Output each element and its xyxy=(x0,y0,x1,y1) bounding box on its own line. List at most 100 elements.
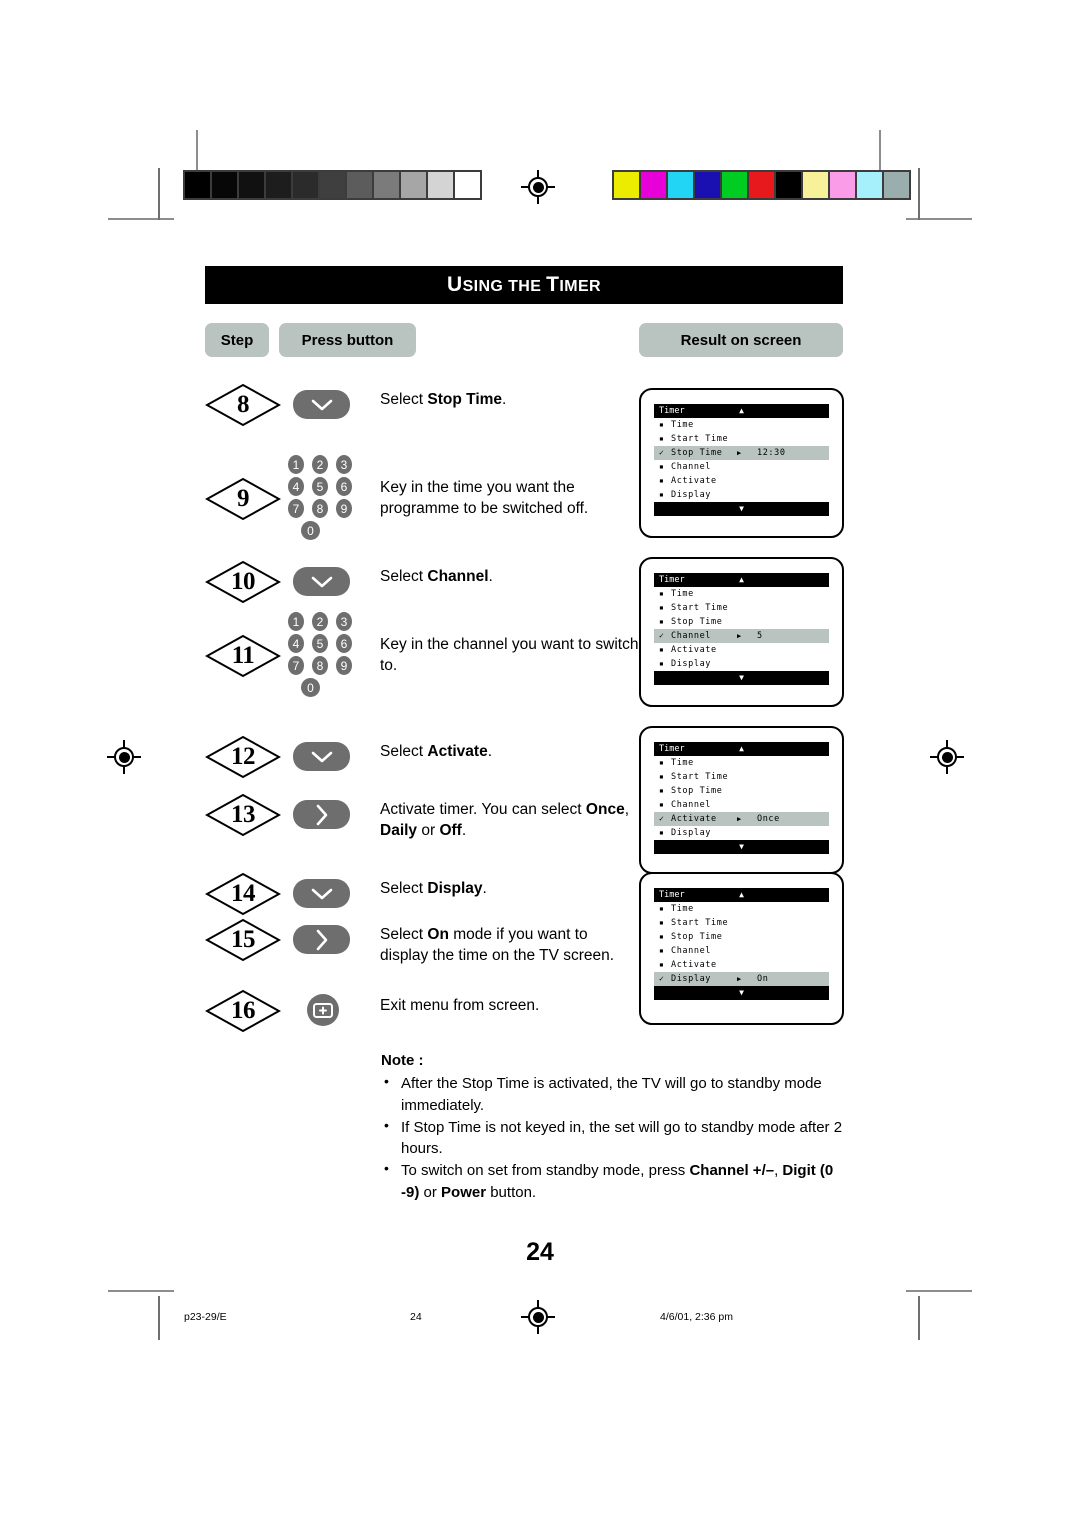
scroll-up-arrow-icon[interactable]: ▲ xyxy=(654,891,829,899)
scroll-down-arrow-icon[interactable]: ▼ xyxy=(654,989,829,997)
osd-menu-item[interactable]: ▪ Start Time xyxy=(654,432,829,446)
menu-exit-button[interactable] xyxy=(307,994,339,1026)
keypad-key-2[interactable]: 2 xyxy=(312,612,328,631)
keypad-key-3[interactable]: 3 xyxy=(336,612,352,631)
scroll-down-arrow-icon[interactable]: ▼ xyxy=(654,843,829,851)
step-instruction-text: . xyxy=(461,822,467,840)
down-arrow-button[interactable] xyxy=(293,567,350,596)
bullet-icon: ▪ xyxy=(659,589,664,598)
keypad-key-1[interactable]: 1 xyxy=(288,455,304,474)
down-arrow-button[interactable] xyxy=(293,390,350,419)
crop-mark-bottom-right-h xyxy=(906,1290,972,1292)
step-instruction: Key in the time you want the programme t… xyxy=(380,477,640,519)
grayscale-swatch xyxy=(293,172,318,198)
keypad-key-6[interactable]: 6 xyxy=(336,634,352,653)
keypad-key-7[interactable]: 7 xyxy=(288,656,304,675)
osd-menu-item[interactable]: ✓ Display ▶ On xyxy=(654,972,829,986)
osd-menu-item[interactable]: ▪ Stop Time xyxy=(654,784,829,798)
scroll-down-arrow-icon[interactable]: ▼ xyxy=(654,674,829,682)
osd-menu-item[interactable]: ▪ Activate xyxy=(654,958,829,972)
step-instruction: Activate timer. You can select Once, Dai… xyxy=(380,799,640,841)
keypad-key-8[interactable]: 8 xyxy=(312,499,328,518)
osd-menu-item[interactable]: ▪ Stop Time xyxy=(654,930,829,944)
osd-menu-item[interactable]: ▪ Start Time xyxy=(654,916,829,930)
step-instruction-text: . xyxy=(482,880,487,897)
color-swatch xyxy=(830,172,855,198)
scroll-up-arrow-icon[interactable]: ▲ xyxy=(654,407,829,415)
osd-menu-item[interactable]: ✓ Channel ▶ 5 xyxy=(654,629,829,643)
bullet-icon: ▪ xyxy=(659,828,664,837)
osd-menu-item[interactable]: ▪ Activate xyxy=(654,474,829,488)
color-swatch xyxy=(749,172,774,198)
color-swatch xyxy=(803,172,828,198)
scroll-up-arrow-icon[interactable]: ▲ xyxy=(654,745,829,753)
chevron-right-icon xyxy=(316,804,327,825)
page-title-u: U xyxy=(446,273,463,296)
footer-edge-rule-right xyxy=(918,1296,920,1340)
bullet-icon: ▪ xyxy=(659,960,664,969)
step-instruction-text: , xyxy=(624,801,629,818)
bullet-icon: ▪ xyxy=(659,786,664,795)
keypad-key-4[interactable]: 4 xyxy=(288,477,304,496)
bullet-icon: ▪ xyxy=(659,617,664,626)
grayscale-swatch xyxy=(401,172,426,198)
right-arrow-button[interactable] xyxy=(293,925,350,954)
step-instruction: Select Activate. xyxy=(380,741,640,762)
keypad-key-5[interactable]: 5 xyxy=(312,477,328,496)
osd-menu-item[interactable]: ▪ Time xyxy=(654,587,829,601)
osd-menu-item[interactable]: ▪ Display xyxy=(654,488,829,502)
osd-menu-item[interactable]: ▪ Channel xyxy=(654,798,829,812)
osd-menu-item[interactable]: ▪ Channel xyxy=(654,944,829,958)
osd-menu-item[interactable]: ✓ Stop Time ▶ 12:30 xyxy=(654,446,829,460)
grayscale-calibration-bar xyxy=(183,170,482,200)
grayscale-swatch xyxy=(239,172,264,198)
down-arrow-button[interactable] xyxy=(293,742,350,771)
osd-menu-item-label: Start Time xyxy=(671,602,729,613)
osd-menu-item[interactable]: ▪ Time xyxy=(654,418,829,432)
osd-menu-item[interactable]: ▪ Activate xyxy=(654,643,829,657)
keypad-row: 456 xyxy=(288,477,360,496)
keypad-key-6[interactable]: 6 xyxy=(336,477,352,496)
keypad-key-2[interactable]: 2 xyxy=(312,455,328,474)
keypad-key-9[interactable]: 9 xyxy=(336,656,352,675)
keypad-row: 789 xyxy=(288,656,360,675)
scroll-down-arrow-icon[interactable]: ▼ xyxy=(654,505,829,513)
osd-menu-item[interactable]: ▪ Time xyxy=(654,756,829,770)
keypad-key-8[interactable]: 8 xyxy=(312,656,328,675)
osd-menu-item[interactable]: ▪ Time xyxy=(654,902,829,916)
grayscale-swatch xyxy=(347,172,372,198)
osd-value-pointer-icon: ▶ xyxy=(737,974,742,983)
right-arrow-button[interactable] xyxy=(293,800,350,829)
osd-menu-item-label: Time xyxy=(671,903,694,914)
keypad-key-9[interactable]: 9 xyxy=(336,499,352,518)
column-header-press-button: Press button xyxy=(279,323,416,357)
tv-result-screen: Timer ▲ ▪ Time ▪ Start Time ▪ Stop Time ✓ Channel… xyxy=(639,557,844,707)
osd-menu-item-value: Once xyxy=(757,813,780,824)
osd-menu-item[interactable]: ▪ Display xyxy=(654,657,829,671)
osd-menu-item-label: Start Time xyxy=(671,771,729,782)
osd-menu-item[interactable]: ▪ Display xyxy=(654,826,829,840)
keypad-key-4[interactable]: 4 xyxy=(288,634,304,653)
osd-menu-item[interactable]: ▪ Start Time xyxy=(654,601,829,615)
down-arrow-button[interactable] xyxy=(293,879,350,908)
keypad-key-0[interactable]: 0 xyxy=(301,678,320,697)
keypad-key-1[interactable]: 1 xyxy=(288,612,304,631)
osd-bottom-bar: ▼ xyxy=(654,986,829,1000)
osd-menu-item-label: Stop Time xyxy=(671,447,723,458)
osd-menu-item[interactable]: ▪ Start Time xyxy=(654,770,829,784)
step-instruction-emphasis: On xyxy=(427,926,449,943)
keypad-key-3[interactable]: 3 xyxy=(336,455,352,474)
grayscale-swatch xyxy=(374,172,399,198)
page-title-banner: USING THE TIMER xyxy=(205,266,843,304)
note-bullet: If Stop Time is not keyed in, the set wi… xyxy=(381,1116,851,1160)
keypad-key-5[interactable]: 5 xyxy=(312,634,328,653)
scroll-up-arrow-icon[interactable]: ▲ xyxy=(654,576,829,584)
osd-menu-item[interactable]: ▪ Channel xyxy=(654,460,829,474)
step-instruction-text: Select xyxy=(380,926,428,943)
osd-menu: Timer ▲ ▪ Time ▪ Start Time ▪ Stop Time ✓ Channel… xyxy=(654,573,829,685)
keypad-key-7[interactable]: 7 xyxy=(288,499,304,518)
osd-menu-item[interactable]: ▪ Stop Time xyxy=(654,615,829,629)
chevron-down-icon xyxy=(311,576,332,587)
osd-menu-item[interactable]: ✓ Activate ▶ Once xyxy=(654,812,829,826)
keypad-key-0[interactable]: 0 xyxy=(301,521,320,540)
